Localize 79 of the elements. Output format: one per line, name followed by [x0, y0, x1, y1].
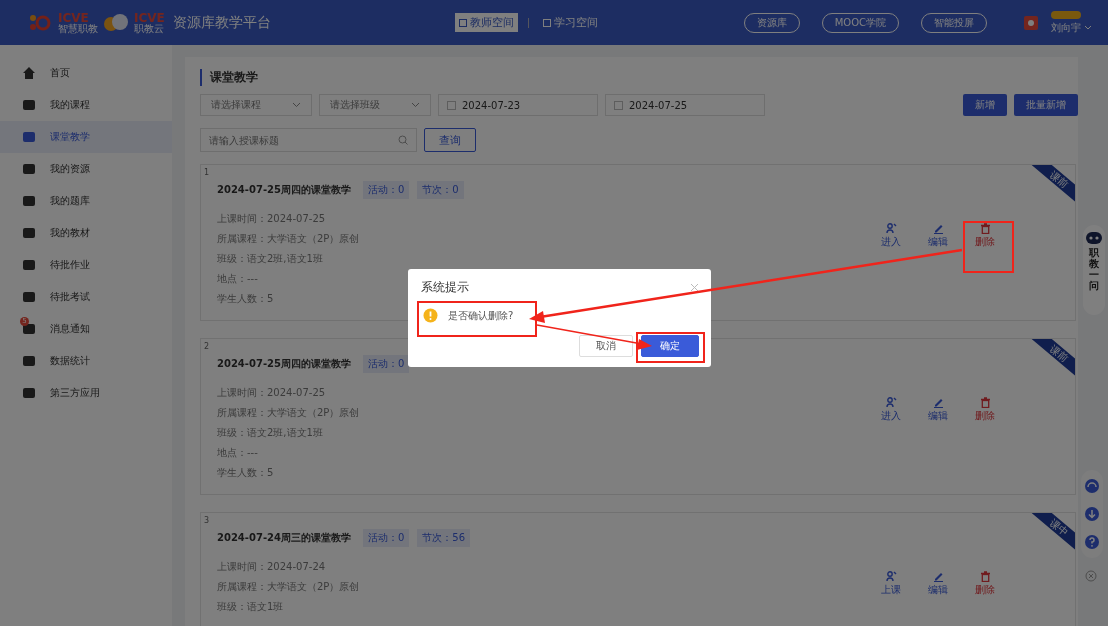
delete-action[interactable]: 删除: [975, 397, 995, 423]
card-title: 2024-07-24周三的课堂教学: [217, 531, 351, 545]
enter-action[interactable]: 进入: [881, 223, 901, 249]
highlight-box: [963, 221, 1014, 273]
trash-icon: [979, 397, 991, 408]
robot-icon: [1085, 231, 1103, 245]
logo-subtitle: 职教云: [134, 23, 165, 34]
sidebar-item[interactable]: 我的题库: [0, 185, 172, 217]
close-icon[interactable]: [1085, 570, 1097, 582]
search-icon: [398, 135, 408, 145]
space-tab[interactable]: 学习空间: [538, 13, 602, 32]
home-icon: [22, 66, 36, 80]
delete-action[interactable]: 删除: [975, 571, 995, 597]
count-tag: 活动：0: [362, 529, 410, 547]
sidebar-item[interactable]: 待批作业: [0, 249, 172, 281]
card-index: 2: [204, 342, 210, 351]
card-title: 2024-07-25周四的课堂教学: [217, 183, 351, 197]
logo-text: ICVE: [58, 11, 89, 24]
help-icon[interactable]: [1084, 534, 1100, 550]
dialog-message: 是否确认删除?: [448, 308, 514, 323]
date-field[interactable]: 2024-07-23: [438, 94, 598, 116]
delete-action[interactable]: 删除: [975, 223, 995, 249]
search-field[interactable]: 请输入授课标题: [200, 128, 417, 152]
caret-icon: [292, 102, 301, 108]
trash-icon: [979, 223, 991, 234]
info-text: 地点：---: [217, 272, 259, 286]
logo-text: ICVE: [134, 11, 165, 24]
count-tag: 节次：56: [417, 529, 471, 547]
add-button[interactable]: 新增: [963, 94, 1007, 116]
sidebar-item[interactable]: 我的课程: [0, 89, 172, 121]
enter-action[interactable]: 上课: [881, 571, 901, 597]
badge-icon: [1050, 10, 1081, 19]
confirm-button[interactable]: 确定: [641, 335, 699, 357]
card-title: 2024-07-25周四的课堂教学: [217, 357, 351, 371]
caret-icon: [1084, 24, 1092, 31]
class-select[interactable]: 请选择班级: [319, 94, 431, 116]
sidebar-item[interactable]: 第三方应用: [0, 377, 172, 409]
cancel-button[interactable]: 取消: [579, 335, 633, 357]
count-tag: 节次：0: [417, 181, 464, 199]
count-tag: 活动：0: [362, 181, 410, 199]
space-tab[interactable]: 教师空间: [454, 13, 518, 32]
logo-subtitle: 智慧职教: [58, 23, 98, 34]
person-icon: [885, 223, 897, 234]
pen-icon: [932, 223, 944, 234]
person-icon: [885, 397, 897, 408]
highlight-box: [636, 332, 705, 363]
trash-icon: [979, 571, 991, 582]
date-field[interactable]: 2024-07-25: [605, 94, 765, 116]
pen-icon: [932, 397, 944, 408]
dialog-title: 系统提示: [421, 279, 469, 296]
app-icon[interactable]: [1022, 14, 1039, 31]
edit-action[interactable]: 编辑: [928, 223, 948, 249]
sidebar-item[interactable]: 我的教材: [0, 217, 172, 249]
user-menu[interactable]: 刘向宇: [1050, 20, 1092, 35]
person-icon: [885, 571, 897, 582]
close-icon[interactable]: [690, 283, 699, 292]
count-tag: 活动：0: [362, 355, 410, 373]
card-index: 1: [204, 168, 210, 177]
enter-action[interactable]: 进入: [881, 397, 901, 423]
download-icon[interactable]: [1084, 506, 1100, 522]
sidebar-item[interactable]: 数据统计: [0, 345, 172, 377]
caret-icon: [411, 102, 420, 108]
warning-icon: [423, 308, 438, 323]
edit-action[interactable]: 编辑: [928, 397, 948, 423]
sidebar-item[interactable]: 首页: [0, 57, 172, 89]
platform-title: 资源库教学平台: [172, 13, 271, 32]
page-title: 课堂教学: [200, 69, 1078, 86]
sidebar-item[interactable]: 我的资源: [0, 153, 172, 185]
pen-icon: [932, 571, 944, 582]
query-button[interactable]: 查询: [424, 128, 476, 152]
assistant-tab[interactable]: 职教一问: [1083, 225, 1105, 315]
cloud-logo-icon: [102, 12, 130, 33]
course-select[interactable]: 请选择课程: [200, 94, 312, 116]
card-index: 3: [204, 516, 210, 525]
edit-action[interactable]: 编辑: [928, 571, 948, 597]
sidebar-item[interactable]: 待批考试: [0, 281, 172, 313]
add-button[interactable]: 批量新增: [1014, 94, 1078, 116]
info-text: 地点：---: [217, 446, 259, 460]
sidebar-item[interactable]: 课堂教学: [0, 121, 172, 153]
